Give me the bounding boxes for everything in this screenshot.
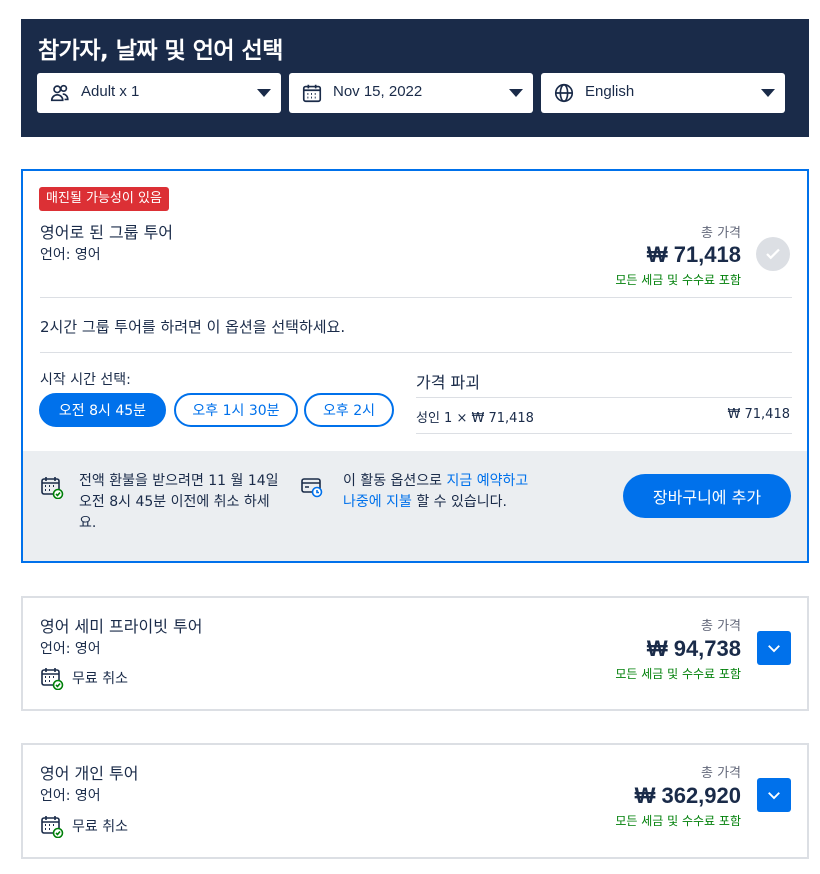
breakdown-total: ₩ 71,418 <box>727 407 790 422</box>
price-breakdown-title: 가격 파괴 <box>416 373 480 392</box>
option-language: 언어: 영어 <box>40 788 101 804</box>
total-price: ₩ 71,418 <box>646 242 741 267</box>
divider <box>416 433 792 434</box>
checkmark-icon <box>766 248 780 260</box>
tax-note: 모든 세금 및 수수료 포함 <box>615 814 741 828</box>
option-card-semi-private-tour[interactable]: 영어 세미 프라이빗 투어 언어: 영어 무료 취소 총 가격 ₩ 94,738… <box>21 596 809 711</box>
option-language: 언어: 영어 <box>40 641 101 657</box>
breakdown-item: 성인 1 × ₩ 71,418 <box>416 411 534 426</box>
pay-text-part: 이 활동 옵션으로 <box>343 473 447 489</box>
participants-value: Adult x 1 <box>81 83 140 100</box>
divider <box>40 352 792 353</box>
page-title: 참가자, 날짜 및 언어 선택 <box>38 38 283 64</box>
divider <box>416 397 792 398</box>
language-value: English <box>585 83 635 100</box>
calendar-check-icon <box>41 477 64 499</box>
booking-header: 참가자, 날짜 및 언어 선택 Adult x 1 Nov 15, 2022 E… <box>21 19 809 137</box>
calendar-icon <box>302 84 322 103</box>
total-price-label: 총 가격 <box>700 226 741 241</box>
language-select[interactable]: English <box>541 73 785 113</box>
tax-note: 모든 세금 및 수수료 포함 <box>615 273 741 287</box>
chevron-down-icon <box>768 645 780 653</box>
option-card-private-tour[interactable]: 영어 개인 투어 언어: 영어 무료 취소 총 가격 ₩ 362,920 모든 … <box>21 743 809 859</box>
participants-select[interactable]: Adult x 1 <box>37 73 281 113</box>
date-value: Nov 15, 2022 <box>333 83 423 100</box>
calendar-check-icon <box>41 668 64 690</box>
select-check-button[interactable] <box>756 237 790 271</box>
chevron-down-icon <box>509 89 523 97</box>
option-card-group-tour[interactable]: 매진될 가능성이 있음 영어로 된 그룹 투어 언어: 영어 총 가격 ₩ 71… <box>21 169 809 563</box>
add-to-cart-button[interactable]: 장바구니에 추가 <box>623 474 791 518</box>
chevron-down-icon <box>257 89 271 97</box>
option-title: 영어 세미 프라이빗 투어 <box>40 617 203 636</box>
date-select[interactable]: Nov 15, 2022 <box>289 73 533 113</box>
chevron-down-icon <box>768 792 780 800</box>
option-footer: 전액 환불을 받으려면 11 월 14일 오전 8시 45분 이전에 취소 하세… <box>23 451 807 561</box>
sellout-badge: 매진될 가능성이 있음 <box>39 187 169 211</box>
expand-option-button[interactable] <box>757 631 791 665</box>
reserve-pay-later-text: 이 활동 옵션으로 지금 예약하고 나중에 지불 할 수 있습니다. <box>343 471 543 513</box>
total-price-label: 총 가격 <box>700 619 741 634</box>
users-icon <box>50 84 69 102</box>
option-description: 2시간 그룹 투어를 하려면 이 옵션을 선택하세요. <box>40 318 346 336</box>
globe-icon <box>554 83 574 103</box>
time-slot-1330[interactable]: 오후 1시 30분 <box>174 393 298 427</box>
time-slot-1400[interactable]: 오후 2시 <box>304 393 394 427</box>
calendar-check-icon <box>41 816 64 838</box>
free-cancellation-label: 무료 취소 <box>72 819 128 835</box>
free-cancellation-label: 무료 취소 <box>72 671 128 687</box>
pay-text-part: 할 수 있습니다. <box>416 494 507 510</box>
option-language: 언어: 영어 <box>40 247 101 263</box>
tax-note: 모든 세금 및 수수료 포함 <box>615 667 741 681</box>
start-time-label: 시작 시간 선택: <box>40 372 131 388</box>
time-slot-0845[interactable]: 오전 8시 45분 <box>39 393 166 427</box>
refund-policy-text: 전액 환불을 받으려면 11 월 14일 오전 8시 45분 이전에 취소 하세… <box>79 473 279 531</box>
divider <box>40 297 792 298</box>
expand-option-button[interactable] <box>757 778 791 812</box>
total-price: ₩ 362,920 <box>634 783 741 808</box>
chevron-down-icon <box>761 89 775 97</box>
option-title: 영어 개인 투어 <box>40 764 139 783</box>
option-title: 영어로 된 그룹 투어 <box>40 223 174 242</box>
total-price: ₩ 94,738 <box>646 636 741 661</box>
wallet-clock-icon <box>301 478 323 498</box>
total-price-label: 총 가격 <box>700 766 741 781</box>
